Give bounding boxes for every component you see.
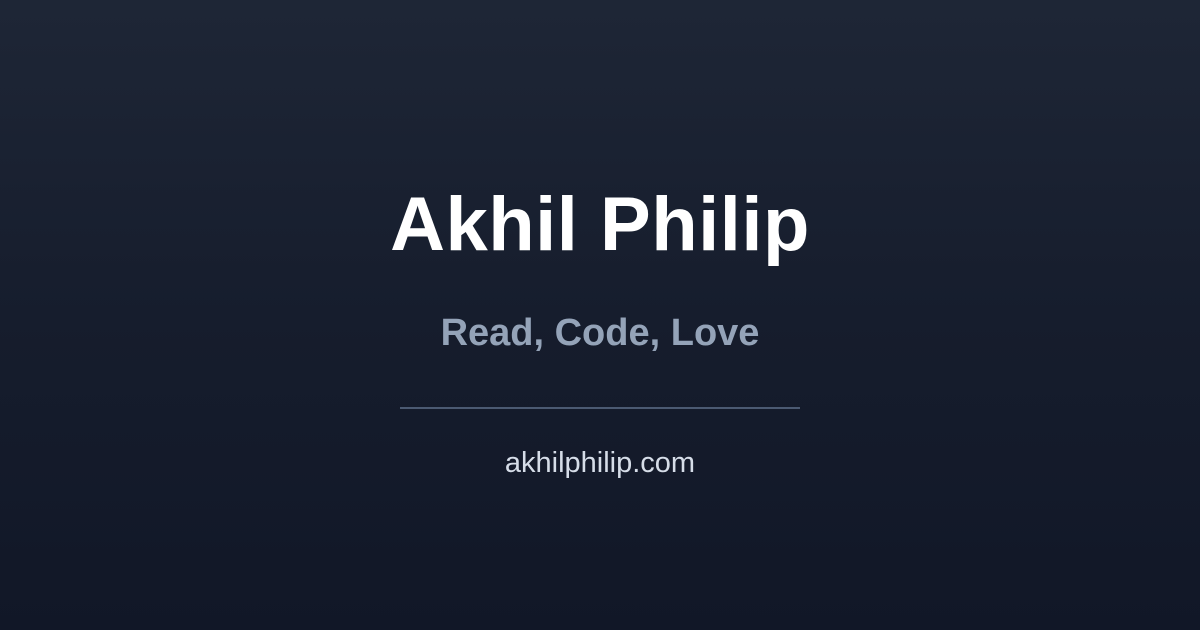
social-preview-card: Akhil Philip Read, Code, Love akhilphili… bbox=[0, 0, 1200, 630]
site-domain: akhilphilip.com bbox=[504, 447, 696, 479]
divider bbox=[400, 407, 800, 409]
page-title: Akhil Philip bbox=[390, 182, 810, 267]
tagline: Read, Code, Love bbox=[440, 312, 760, 354]
